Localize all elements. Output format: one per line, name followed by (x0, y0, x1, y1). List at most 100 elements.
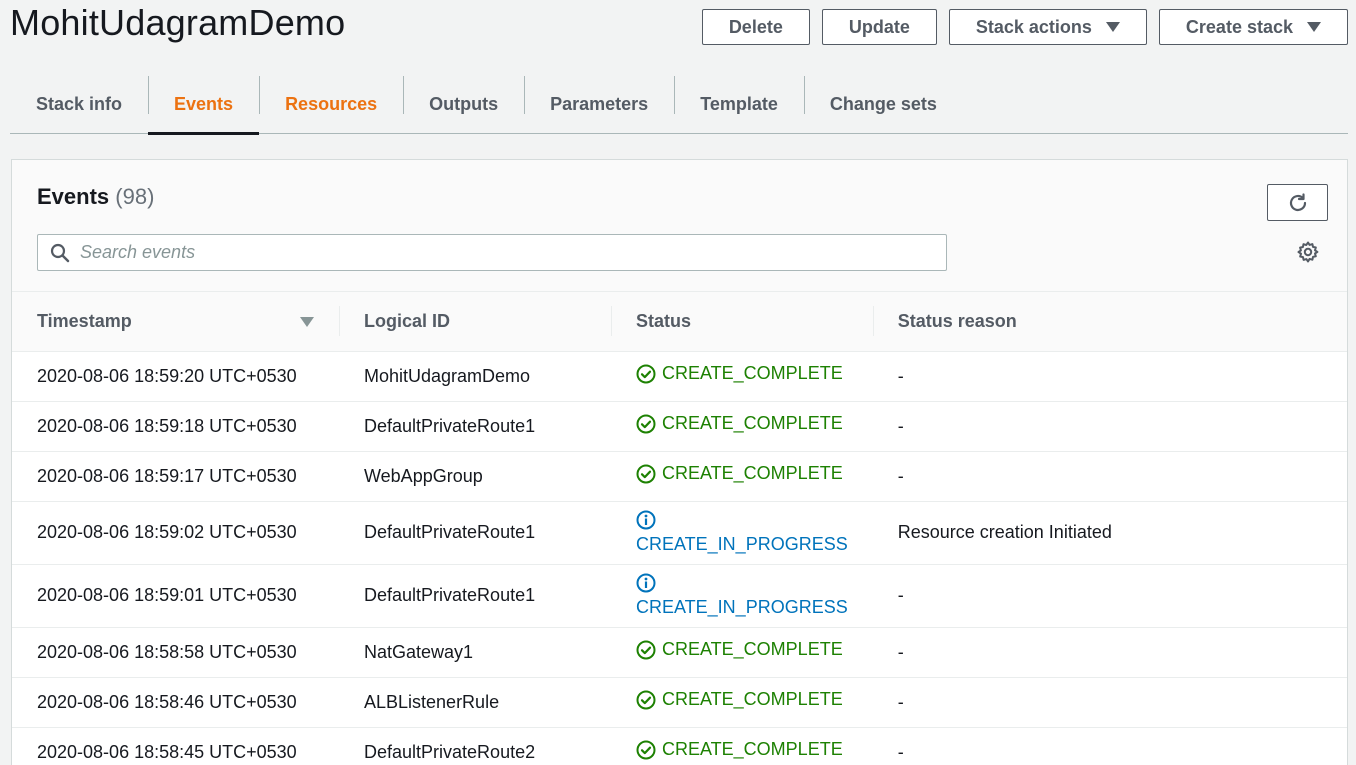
stack-actions-bar: Delete Update Stack actions Create stack (701, 9, 1348, 45)
check-circle-icon (636, 364, 656, 384)
cell-status: CREATE_COMPLETE (611, 677, 873, 728)
info-circle-icon (636, 573, 656, 592)
table-row: 2020-08-06 18:59:18 UTC+0530 DefaultPriv… (12, 401, 1347, 452)
page-title: MohitUdagramDemo (10, 2, 346, 43)
cell-logical-id: MohitUdagramDemo (339, 351, 611, 402)
search-icon (50, 243, 70, 263)
cell-logical-id: DefaultPrivateRoute1 (339, 564, 611, 628)
column-timestamp-label: Timestamp (37, 310, 132, 331)
status-text: CREATE_COMPLETE (662, 689, 843, 710)
cell-status-reason: - (872, 727, 1347, 765)
tab-template[interactable]: Template (674, 76, 804, 133)
cell-status: CREATE_IN_PROGRESS (611, 564, 873, 628)
caret-down-icon (1307, 22, 1321, 32)
tab-parameters[interactable]: Parameters (524, 76, 674, 133)
cell-status-reason: - (872, 627, 1347, 678)
search-events-field[interactable] (37, 234, 947, 271)
cell-timestamp: 2020-08-06 18:59:02 UTC+0530 (12, 501, 339, 565)
status-in-progress: CREATE_IN_PROGRESS (636, 510, 848, 556)
cell-logical-id: DefaultPrivateRoute1 (339, 401, 611, 452)
check-circle-icon (636, 640, 656, 660)
cell-logical-id: DefaultPrivateRoute1 (339, 501, 611, 565)
cell-timestamp: 2020-08-06 18:59:01 UTC+0530 (12, 564, 339, 628)
events-table-body: 2020-08-06 18:59:20 UTC+0530 MohitUdagra… (12, 351, 1347, 765)
check-circle-icon (636, 690, 656, 710)
cell-status: CREATE_COMPLETE (611, 351, 873, 402)
cell-status: CREATE_COMPLETE (611, 451, 873, 502)
table-row: 2020-08-06 18:59:17 UTC+0530 WebAppGroup… (12, 451, 1347, 502)
column-header-status-reason: Status reason (872, 292, 1347, 352)
status-complete: CREATE_COMPLETE (636, 413, 843, 434)
stack-tabs: Stack info Events Resources Outputs Para… (10, 76, 1348, 135)
status-complete: CREATE_COMPLETE (636, 463, 843, 484)
tab-outputs[interactable]: Outputs (403, 76, 524, 133)
cell-status: CREATE_IN_PROGRESS (611, 501, 873, 565)
status-complete: CREATE_COMPLETE (636, 639, 843, 660)
stack-actions-dropdown[interactable]: Stack actions (948, 9, 1147, 45)
cell-logical-id: ALBListenerRule (339, 677, 611, 728)
status-complete: CREATE_COMPLETE (636, 363, 843, 384)
events-title: Events (98) (37, 184, 154, 210)
table-row: 2020-08-06 18:59:01 UTC+0530 DefaultPriv… (12, 564, 1347, 628)
events-table: Timestamp Logical ID Status Status reaso… (12, 292, 1347, 765)
status-text: CREATE_IN_PROGRESS (636, 596, 848, 617)
status-text: CREATE_COMPLETE (662, 639, 843, 660)
cell-status-reason: - (872, 451, 1347, 502)
cell-status: CREATE_COMPLETE (611, 401, 873, 452)
column-header-status: Status (611, 292, 873, 352)
info-circle-icon (636, 510, 656, 529)
tab-events[interactable]: Events (148, 76, 260, 135)
cell-status-reason: - (872, 564, 1347, 628)
search-events-input[interactable] (80, 242, 946, 263)
cell-timestamp: 2020-08-06 18:59:17 UTC+0530 (12, 451, 339, 502)
gear-icon[interactable] (1296, 240, 1320, 264)
refresh-button[interactable] (1267, 184, 1328, 221)
caret-down-icon (1105, 22, 1120, 32)
cell-status-reason: - (872, 401, 1347, 452)
cell-timestamp: 2020-08-06 18:59:18 UTC+0530 (12, 401, 339, 452)
table-row: 2020-08-06 18:58:45 UTC+0530 DefaultPriv… (12, 727, 1347, 765)
status-complete: CREATE_COMPLETE (636, 689, 843, 710)
tab-resources[interactable]: Resources (259, 76, 403, 133)
events-count: (98) (115, 184, 155, 209)
column-header-logical-id: Logical ID (339, 292, 611, 352)
delete-button[interactable]: Delete (701, 9, 810, 45)
cell-status-reason: - (872, 351, 1347, 402)
status-text: CREATE_COMPLETE (662, 739, 843, 760)
cell-timestamp: 2020-08-06 18:59:20 UTC+0530 (12, 351, 339, 402)
status-text: CREATE_IN_PROGRESS (636, 533, 848, 554)
refresh-icon (1289, 192, 1306, 211)
check-circle-icon (636, 414, 656, 434)
events-panel-header: Events (98) (12, 160, 1347, 292)
cell-status: CREATE_COMPLETE (611, 727, 873, 765)
cell-timestamp: 2020-08-06 18:58:58 UTC+0530 (12, 627, 339, 678)
create-stack-label: Create stack (1185, 16, 1293, 37)
cell-status-reason: Resource creation Initiated (872, 501, 1347, 565)
cell-timestamp: 2020-08-06 18:58:46 UTC+0530 (12, 677, 339, 728)
table-row: 2020-08-06 18:58:46 UTC+0530 ALBListener… (12, 677, 1347, 728)
cell-logical-id: DefaultPrivateRoute2 (339, 727, 611, 765)
status-complete: CREATE_COMPLETE (636, 739, 843, 760)
status-text: CREATE_COMPLETE (662, 413, 843, 434)
events-panel: Events (98) Search events Timestamp Logi… (11, 159, 1348, 765)
update-button-label: Update (848, 16, 910, 37)
cell-timestamp: 2020-08-06 18:58:45 UTC+0530 (12, 727, 339, 765)
tab-change-sets[interactable]: Change sets (803, 76, 963, 133)
status-in-progress: CREATE_IN_PROGRESS (636, 573, 848, 619)
tab-stack-info[interactable]: Stack info (10, 76, 148, 133)
table-row: 2020-08-06 18:59:02 UTC+0530 DefaultPriv… (12, 501, 1347, 565)
status-text: CREATE_COMPLETE (662, 363, 843, 384)
column-header-timestamp[interactable]: Timestamp (12, 292, 339, 352)
update-button[interactable]: Update (821, 9, 937, 45)
sort-descending-icon[interactable] (300, 317, 314, 327)
table-row: 2020-08-06 18:58:58 UTC+0530 NatGateway1… (12, 627, 1347, 678)
status-text: CREATE_COMPLETE (662, 463, 843, 484)
check-circle-icon (636, 740, 656, 760)
table-row: 2020-08-06 18:59:20 UTC+0530 MohitUdagra… (12, 351, 1347, 402)
stack-actions-label: Stack actions (975, 16, 1092, 37)
table-header-row: Timestamp Logical ID Status Status reaso… (12, 292, 1347, 352)
cell-status-reason: - (872, 677, 1347, 728)
cell-status: CREATE_COMPLETE (611, 627, 873, 678)
create-stack-dropdown[interactable]: Create stack (1158, 9, 1348, 45)
check-circle-icon (636, 464, 656, 484)
